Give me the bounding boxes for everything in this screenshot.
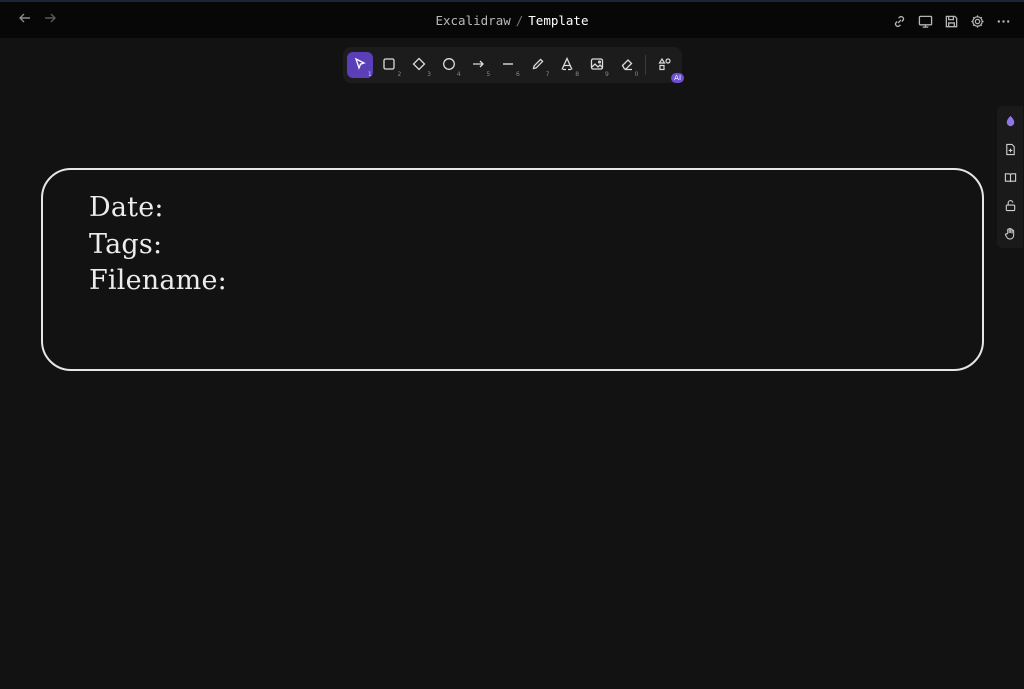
tool-selection[interactable]: 1 bbox=[347, 52, 373, 78]
breadcrumb: Excalidraw / Template bbox=[0, 13, 1024, 28]
tool-key: 8 bbox=[575, 71, 580, 78]
tool-key: 4 bbox=[456, 71, 461, 78]
tool-line[interactable]: 6 bbox=[495, 52, 521, 78]
filename-label: Filename: bbox=[89, 265, 227, 296]
pencil-icon bbox=[531, 56, 545, 75]
tool-rectangle[interactable]: 2 bbox=[377, 52, 403, 78]
title-actions bbox=[890, 12, 1012, 30]
monitor-icon[interactable] bbox=[916, 12, 934, 30]
tool-arrow[interactable]: 5 bbox=[466, 52, 492, 78]
link-icon[interactable] bbox=[890, 12, 908, 30]
tool-key: 0 bbox=[634, 71, 639, 78]
breadcrumb-parent[interactable]: Excalidraw bbox=[435, 13, 510, 28]
tool-key: 1 bbox=[367, 71, 372, 78]
tool-key: 3 bbox=[427, 71, 431, 78]
book-icon[interactable] bbox=[1001, 168, 1019, 187]
tool-key: 9 bbox=[604, 71, 609, 78]
date-label: Date: bbox=[89, 192, 164, 223]
diamond-icon bbox=[412, 56, 426, 75]
breadcrumb-current[interactable]: Template bbox=[528, 13, 588, 28]
hand-icon[interactable] bbox=[1001, 224, 1019, 243]
unlock-icon[interactable] bbox=[1001, 196, 1019, 215]
title-bar: Excalidraw / Template bbox=[0, 0, 1024, 38]
shapes-icon bbox=[658, 56, 672, 75]
eraser-icon bbox=[620, 56, 634, 75]
tool-more-shapes[interactable]: AI bbox=[652, 52, 685, 83]
tool-image[interactable]: 9 bbox=[584, 52, 610, 78]
line-icon bbox=[501, 56, 515, 75]
text-icon bbox=[560, 56, 574, 75]
ai-badge: AI bbox=[671, 73, 685, 83]
tool-key: 2 bbox=[397, 71, 402, 78]
tool-key: 7 bbox=[545, 71, 550, 78]
tool-key: 5 bbox=[486, 71, 491, 78]
breadcrumb-separator: / bbox=[515, 13, 524, 28]
more-icon[interactable] bbox=[994, 12, 1012, 30]
tags-label: Tags: bbox=[89, 228, 163, 260]
save-icon[interactable] bbox=[942, 12, 960, 30]
image-icon bbox=[590, 56, 604, 75]
toolbar-divider bbox=[645, 55, 647, 75]
shape-toolbar: 1 2 3 4 5 6 7 8 9 0 AI bbox=[343, 47, 685, 83]
circle-icon bbox=[442, 56, 456, 75]
arrow-icon bbox=[471, 56, 485, 75]
tool-ellipse[interactable]: 4 bbox=[436, 52, 462, 78]
excalidraw-logo-icon[interactable] bbox=[1001, 112, 1019, 131]
gear-icon[interactable] bbox=[968, 12, 986, 30]
template-text[interactable]: Date: Tags: Filename: bbox=[89, 190, 227, 300]
tool-diamond[interactable]: 3 bbox=[406, 52, 432, 78]
tool-eraser[interactable]: 0 bbox=[614, 52, 640, 78]
side-panel bbox=[997, 106, 1023, 248]
tool-key: 6 bbox=[516, 71, 520, 78]
tool-text[interactable]: 8 bbox=[554, 52, 580, 78]
file-plus-icon[interactable] bbox=[1001, 140, 1019, 159]
square-icon bbox=[382, 56, 396, 75]
tool-draw[interactable]: 7 bbox=[525, 52, 551, 78]
cursor-icon bbox=[353, 56, 367, 75]
